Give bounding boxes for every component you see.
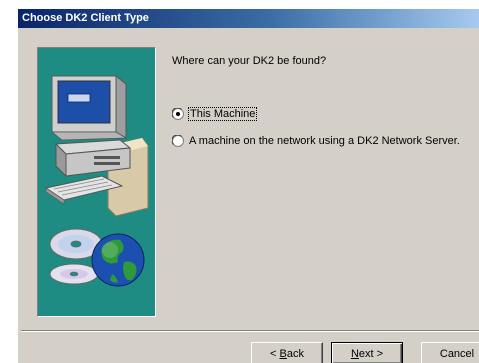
back-button-accel: B [279, 347, 287, 360]
radio-option-this-machine[interactable]: This Machine [172, 106, 258, 122]
radio-label-this-machine[interactable]: This Machine [187, 107, 258, 121]
globe-icon [91, 233, 145, 287]
next-button[interactable]: Next > [331, 342, 403, 363]
dialog-window: Choose DK2 Client Type Where can your DK… [18, 9, 479, 363]
back-button-prefix: < [270, 347, 280, 360]
computer-icon [44, 74, 149, 217]
next-button-rest: ext [358, 347, 374, 360]
next-button-suffix: > [373, 347, 384, 360]
radio-option-network-machine[interactable]: A machine on the network using a DK2 Net… [172, 133, 460, 149]
question-label: Where can your DK2 be found? [172, 55, 327, 67]
radio-selected-icon[interactable] [172, 108, 184, 120]
wizard-illustration [37, 47, 156, 317]
radio-label-network-machine[interactable]: A machine on the network using a DK2 Net… [189, 135, 460, 147]
next-button-accel: N [350, 347, 359, 360]
wizard-art-svg [44, 74, 149, 287]
cancel-button[interactable]: Cancel [421, 342, 479, 363]
title-bar[interactable]: Choose DK2 Client Type [18, 9, 479, 28]
back-button[interactable]: < Back [251, 342, 323, 363]
window-title: Choose DK2 Client Type [22, 12, 149, 24]
back-button-rest: ack [286, 347, 304, 360]
button-separator [21, 330, 479, 332]
radio-unselected-icon[interactable] [172, 135, 184, 147]
